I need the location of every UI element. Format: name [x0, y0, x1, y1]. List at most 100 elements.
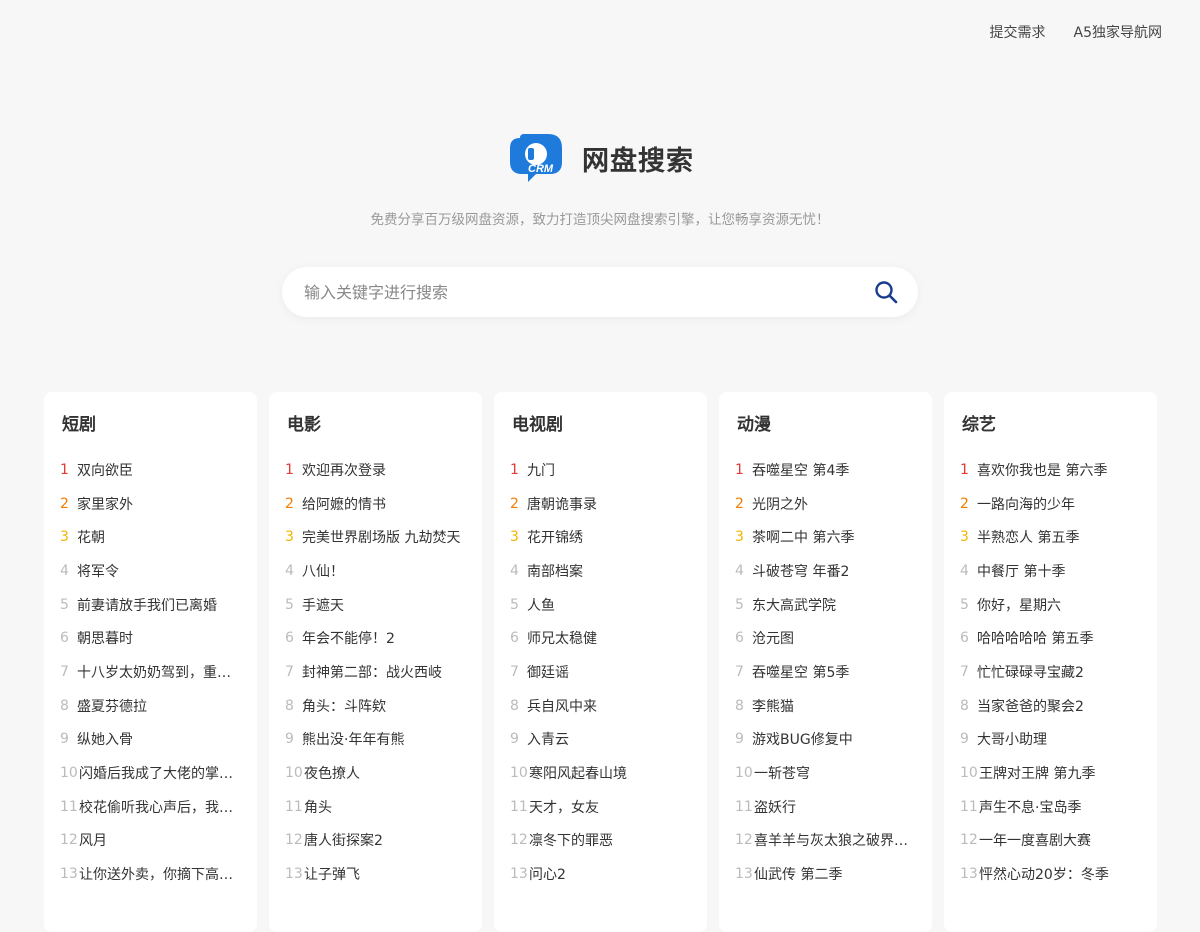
list-item[interactable]: 2 一路向海的少年 — [960, 487, 1141, 521]
list-item[interactable]: 11 盗妖行 — [735, 790, 916, 824]
list-item[interactable]: 3 花朝 — [60, 520, 241, 554]
list-item[interactable]: 10 一斩苍穹 — [735, 756, 916, 790]
list-item[interactable]: 8 当家爸爸的聚会2 — [960, 689, 1141, 723]
list-item[interactable]: 11 天才，女友 — [510, 790, 691, 824]
rank-number: 5 — [510, 596, 519, 613]
list-item[interactable]: 1 喜欢你我也是 第六季 — [960, 453, 1141, 487]
list-item[interactable]: 7 吞噬星空 第5季 — [735, 655, 916, 689]
list-item-title: 校花偷听我心声后，我… — [79, 799, 233, 816]
list-item[interactable]: 4 将军令 — [60, 554, 241, 588]
list-item[interactable]: 4 八仙！ — [285, 554, 466, 588]
list-item[interactable]: 9 纵她入骨 — [60, 723, 241, 757]
list-item[interactable]: 3 完美世界剧场版 九劫焚天 — [285, 520, 466, 554]
list-item[interactable]: 9 入青云 — [510, 723, 691, 757]
list-item[interactable]: 2 给阿嬷的情书 — [285, 487, 466, 521]
ranking-list: 1 喜欢你我也是 第六季 2 一路向海的少年 3 半熟恋人 第五季 4 中餐厅 第十季 5 你好，… — [960, 453, 1141, 891]
list-item[interactable]: 9 熊出没·年年有熊 — [285, 723, 466, 757]
list-item-title: 将军令 — [77, 563, 119, 580]
list-item-title: 天才，女友 — [529, 799, 599, 816]
list-item[interactable]: 13 让你送外卖，你摘下高… — [60, 857, 241, 891]
list-item[interactable]: 12 唐人街探案2 — [285, 824, 466, 858]
list-item[interactable]: 6 朝思暮时 — [60, 621, 241, 655]
list-item[interactable]: 13 让子弹飞 — [285, 857, 466, 891]
list-item[interactable]: 5 人鱼 — [510, 588, 691, 622]
search-input[interactable] — [304, 282, 872, 302]
rank-number: 2 — [960, 495, 969, 512]
list-item[interactable]: 6 哈哈哈哈哈 第五季 — [960, 621, 1141, 655]
rank-number: 7 — [960, 663, 969, 680]
list-item[interactable]: 5 东大高武学院 — [735, 588, 916, 622]
list-item[interactable]: 4 南部档案 — [510, 554, 691, 588]
list-item[interactable]: 7 十八岁太奶奶驾到，重… — [60, 655, 241, 689]
list-item[interactable]: 5 前妻请放手我们已离婚 — [60, 588, 241, 622]
list-item[interactable]: 12 喜羊羊与灰太狼之破界… — [735, 824, 916, 858]
list-item[interactable]: 13 仙武传 第二季 — [735, 857, 916, 891]
list-item[interactable]: 9 大哥小助理 — [960, 723, 1141, 757]
list-item[interactable]: 12 一年一度喜剧大赛 — [960, 824, 1141, 858]
list-item[interactable]: 11 声生不息·宝岛季 — [960, 790, 1141, 824]
list-item[interactable]: 6 年会不能停！2 — [285, 621, 466, 655]
rank-number: 10 — [60, 765, 78, 782]
list-item-title: 沧元图 — [752, 631, 794, 648]
list-item[interactable]: 13 怦然心动20岁：冬季 — [960, 857, 1141, 891]
list-item[interactable]: 5 你好，星期六 — [960, 588, 1141, 622]
list-item-title: 花开锦绣 — [527, 530, 583, 547]
list-item[interactable]: 11 校花偷听我心声后，我… — [60, 790, 241, 824]
list-item-title: 纵她入骨 — [77, 732, 133, 749]
list-item[interactable]: 8 角头：斗阵欸 — [285, 689, 466, 723]
list-item[interactable]: 3 半熟恋人 第五季 — [960, 520, 1141, 554]
rank-number: 6 — [60, 630, 69, 647]
search-icon[interactable] — [872, 278, 900, 306]
list-item[interactable]: 6 师兄太稳健 — [510, 621, 691, 655]
list-item[interactable]: 2 光阴之外 — [735, 487, 916, 521]
rank-number: 12 — [60, 832, 78, 849]
nav-submit-request-link[interactable]: 提交需求 — [990, 22, 1046, 42]
list-item-title: 斗破苍穹 年番2 — [752, 563, 850, 580]
rank-number: 2 — [735, 495, 744, 512]
list-item-title: 声生不息·宝岛季 — [979, 799, 1082, 816]
list-item[interactable]: 1 欢迎再次登录 — [285, 453, 466, 487]
list-item-title: 一路向海的少年 — [977, 496, 1075, 513]
list-item-title: 封神第二部：战火西岐 — [302, 664, 442, 681]
list-item[interactable]: 2 家里家外 — [60, 487, 241, 521]
list-item[interactable]: 3 花开锦绣 — [510, 520, 691, 554]
list-item[interactable]: 6 沧元图 — [735, 621, 916, 655]
nav-a5-directory-link[interactable]: A5独家导航网 — [1074, 22, 1162, 42]
list-item[interactable]: 10 寒阳风起春山境 — [510, 756, 691, 790]
list-item-title: 欢迎再次登录 — [302, 462, 386, 479]
list-item[interactable]: 13 问心2 — [510, 857, 691, 891]
rank-number: 11 — [960, 798, 978, 815]
list-item[interactable]: 4 斗破苍穹 年番2 — [735, 554, 916, 588]
ranking-list: 1 双向欲臣 2 家里家外 3 花朝 4 将军令 5 前妻请放手我们已离婚 6 朝思暮时 7 十八岁太奶奶… — [60, 453, 241, 891]
list-item[interactable]: 8 兵自风中来 — [510, 689, 691, 723]
list-item[interactable]: 10 王牌对王牌 第九季 — [960, 756, 1141, 790]
list-item[interactable]: 7 封神第二部：战火西岐 — [285, 655, 466, 689]
list-item[interactable]: 4 中餐厅 第十季 — [960, 554, 1141, 588]
list-item-title: 游戏BUG修复中 — [752, 732, 853, 749]
list-item[interactable]: 3 茶啊二中 第六季 — [735, 520, 916, 554]
list-item[interactable]: 12 凛冬下的罪恶 — [510, 824, 691, 858]
rank-number: 4 — [510, 562, 519, 579]
list-item[interactable]: 12 风月 — [60, 824, 241, 858]
rank-number: 5 — [60, 596, 69, 613]
category-title: 短剧 — [62, 415, 96, 435]
list-item[interactable]: 5 手遮天 — [285, 588, 466, 622]
rank-number: 6 — [735, 630, 744, 647]
list-item[interactable]: 2 唐朝诡事录 — [510, 487, 691, 521]
list-item[interactable]: 8 李熊猫 — [735, 689, 916, 723]
list-item[interactable]: 8 盛夏芬德拉 — [60, 689, 241, 723]
list-item[interactable]: 1 吞噬星空 第4季 — [735, 453, 916, 487]
list-item-title: 完美世界剧场版 九劫焚天 — [302, 530, 461, 547]
list-item[interactable]: 11 角头 — [285, 790, 466, 824]
list-item[interactable]: 10 闪婚后我成了大佬的掌… — [60, 756, 241, 790]
list-item[interactable]: 9 游戏BUG修复中 — [735, 723, 916, 757]
list-item[interactable]: 1 双向欲臣 — [60, 453, 241, 487]
list-item[interactable]: 1 九门 — [510, 453, 691, 487]
list-item[interactable]: 10 夜色撩人 — [285, 756, 466, 790]
list-item-title: 角头：斗阵欸 — [302, 698, 386, 715]
list-item[interactable]: 7 忙忙碌碌寻宝藏2 — [960, 655, 1141, 689]
list-item[interactable]: 7 御廷谣 — [510, 655, 691, 689]
list-item-title: 半熟恋人 第五季 — [977, 530, 1080, 547]
list-item-title: 凛冬下的罪恶 — [529, 833, 613, 850]
rank-number: 8 — [60, 697, 69, 714]
